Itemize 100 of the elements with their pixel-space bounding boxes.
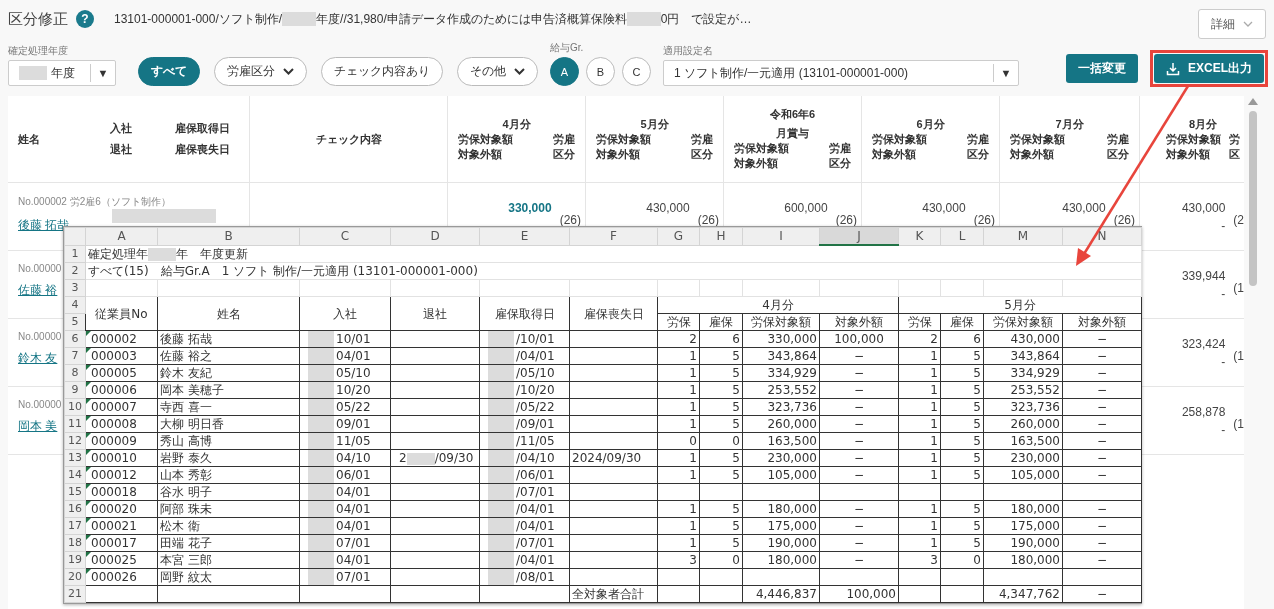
column-letter[interactable]: L [940, 227, 984, 245]
sheet-cell: 000007 [85, 398, 158, 416]
column-letter[interactable]: K [898, 227, 941, 245]
sheet-cell: − [1062, 364, 1142, 382]
bulk-change-button[interactable]: 一括変更 [1066, 54, 1138, 83]
scrollbar-thumb[interactable] [1249, 111, 1257, 286]
sheet-cell: 07/01 [336, 536, 371, 550]
column-label: 対象外額 [872, 146, 917, 162]
redaction-mark [488, 348, 514, 364]
column-letter[interactable]: F [569, 227, 658, 245]
sheet-cell: /04/01 [516, 553, 555, 567]
amount-value: 339,944 [1181, 269, 1226, 283]
sheet-cell: 1 [898, 364, 941, 382]
sheet-cell: 180,000 [983, 551, 1063, 569]
redaction-mark [488, 569, 514, 585]
redaction-mark [308, 501, 334, 517]
column-letter[interactable]: G [657, 227, 700, 245]
column-letter[interactable]: M [983, 227, 1063, 245]
sheet-cell: 松木 衛 [157, 517, 300, 535]
sheet-cell: 000018 [85, 483, 158, 501]
sheet-cell: 5 [940, 347, 984, 365]
column-letter[interactable]: H [699, 227, 743, 245]
sheet-cell: 1 [657, 449, 700, 467]
sheet-cell: 163,500 [742, 432, 820, 450]
sheet-cell: /04/01 [516, 519, 555, 533]
column-label: 区分 [691, 146, 713, 162]
sheet-header-cell: 雇保 [699, 313, 743, 331]
column-label: 労 [1229, 131, 1240, 147]
column-letter[interactable]: J [819, 227, 899, 245]
sheet-cell: 190,000 [983, 534, 1063, 552]
year-select[interactable]: 年度 ▼ [8, 60, 116, 86]
sheet-cell: − [819, 364, 899, 382]
select-value: 年度 [51, 64, 75, 82]
employee-name-link[interactable]: 佐藤 裕 [18, 282, 58, 299]
column-letter[interactable]: B [157, 227, 300, 245]
month-title: 4月分 [502, 116, 531, 132]
column-label: 区分 [553, 146, 575, 162]
redaction-mark [308, 331, 334, 347]
sheet-header-cell: 雇保取得日 [479, 296, 570, 331]
sheet-cell: 阿部 珠未 [157, 500, 300, 518]
column-letter[interactable]: D [390, 227, 480, 245]
group-button[interactable]: C [622, 57, 651, 86]
employee-name-link[interactable]: 岡本 美 [18, 418, 58, 435]
redaction-mark [308, 382, 334, 398]
filter-chip[interactable]: チェック内容あり [321, 57, 443, 86]
sheet-cell: 5 [940, 466, 984, 484]
sheet-cell: 100,000 [819, 585, 899, 603]
sheet-cell: 2 [657, 330, 700, 348]
column-letter[interactable]: E [479, 227, 570, 245]
info-text: 13101-000001-000/ソフト制作/ [114, 10, 283, 28]
sheet-cell: 343,864 [742, 347, 820, 365]
info-text: 年度//31,980/申請データ作成のためには申告済概算保険料 [316, 10, 627, 28]
column-label: 区分 [829, 156, 851, 171]
sheet-cell: 5 [699, 500, 743, 518]
sheet-cell: 3 [657, 551, 700, 569]
filter-chip[interactable]: 労雇区分 [214, 57, 307, 86]
sheet-cell: 000002 [85, 330, 158, 348]
redaction-mark [308, 552, 334, 568]
setting-select[interactable]: 1 ソフト制作/一元適用 (13101-000001-000) ▼ [663, 60, 1019, 86]
sheet-cell: 秀山 高博 [157, 432, 300, 450]
sheet-cell: 0 [699, 551, 743, 569]
detail-button[interactable]: 詳細 [1198, 9, 1266, 39]
excel-export-button[interactable]: EXCEL出力 [1154, 54, 1264, 83]
sheet-cell: 000021 [85, 517, 158, 535]
help-icon[interactable]: ? [76, 10, 94, 28]
month-title: 6月分 [916, 116, 945, 132]
sheet-cell: 105,000 [983, 466, 1063, 484]
column-letter[interactable]: C [299, 227, 391, 245]
column-letter[interactable]: A [85, 227, 158, 245]
column-letter[interactable]: N [1062, 227, 1142, 245]
sheet-cell: 000012 [85, 466, 158, 484]
redaction-mark [488, 450, 514, 466]
sheet-cell: 1 [657, 381, 700, 399]
sheet-cell: 06/01 [336, 468, 371, 482]
sheet-cell: 334,929 [742, 364, 820, 382]
filter-chip[interactable]: すべて [138, 57, 200, 86]
column-label: 対象外額 [596, 146, 641, 162]
amount-value: 600,000 [784, 201, 828, 215]
sheet-cell: − [819, 381, 899, 399]
redaction-mark [308, 365, 334, 381]
employee-name-link[interactable]: 鈴木 友 [18, 350, 58, 367]
category-code: (2 [1233, 213, 1244, 227]
sheet-cell: − [819, 466, 899, 484]
category-code: (26) [559, 213, 581, 227]
sheet-cell: 100,000 [819, 330, 899, 348]
sheet-cell: 5 [940, 381, 984, 399]
sheet-cell: 05/10 [336, 366, 371, 380]
scroll-up-arrow-icon[interactable] [1248, 98, 1258, 105]
group-button[interactable]: A [550, 57, 579, 86]
sheet-cell: 1 [657, 398, 700, 416]
sheet-cell: − [819, 449, 899, 467]
column-letter[interactable]: I [742, 227, 820, 245]
redaction-mark [488, 552, 514, 568]
sheet-cell: 6 [940, 330, 984, 348]
sheet-cell: 4,347,762 [983, 585, 1063, 603]
group-button[interactable]: B [586, 57, 615, 86]
redaction-mark [308, 348, 334, 364]
sheet-cell: 430,000 [983, 330, 1063, 348]
filter-chip[interactable]: その他 [457, 57, 538, 86]
sheet-header-cell: 入社 [299, 296, 391, 331]
